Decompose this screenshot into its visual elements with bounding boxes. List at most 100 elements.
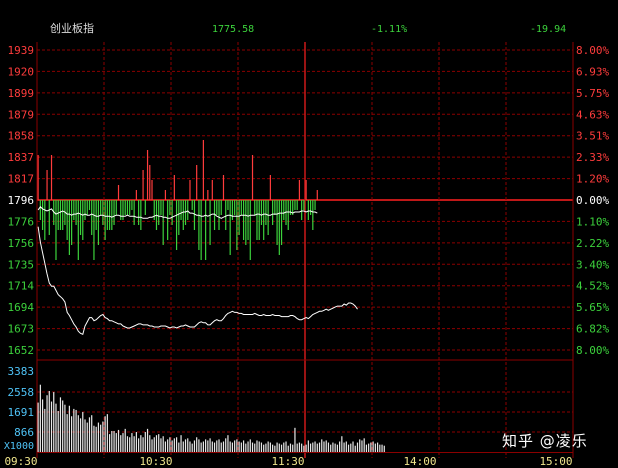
breadth-bar bbox=[242, 200, 245, 240]
volume-bar bbox=[225, 438, 227, 452]
percent-tick-label: 2.22% bbox=[576, 237, 609, 250]
breadth-bar bbox=[303, 200, 305, 210]
volume-bar bbox=[68, 405, 70, 452]
volume-bar bbox=[55, 403, 57, 452]
breadth-bar bbox=[104, 200, 106, 240]
percent-tick-label: 6.82% bbox=[576, 323, 609, 336]
price-tick-label: 1756 bbox=[8, 237, 35, 250]
breadth-bar bbox=[263, 200, 265, 240]
breadth-bar bbox=[71, 200, 73, 245]
breadth-bar bbox=[111, 200, 113, 230]
volume-bar bbox=[144, 432, 146, 452]
volume-bar bbox=[316, 443, 318, 452]
breadth-bar bbox=[196, 165, 198, 200]
volume-bar bbox=[108, 434, 111, 452]
volume-bar bbox=[234, 440, 236, 452]
volume-bar bbox=[372, 441, 374, 452]
volume-bar bbox=[350, 443, 352, 452]
breadth-bar bbox=[216, 200, 218, 215]
volume-bar bbox=[222, 441, 225, 452]
volume-bar bbox=[129, 437, 131, 452]
volume-bar bbox=[265, 443, 267, 452]
volume-bar bbox=[298, 442, 301, 452]
breadth-bar bbox=[229, 200, 231, 255]
volume-bar bbox=[77, 415, 79, 452]
breadth-bar bbox=[198, 200, 200, 250]
price-tick-label: 1776 bbox=[8, 215, 35, 228]
volume-bar bbox=[66, 414, 68, 452]
breadth-bar bbox=[129, 200, 131, 215]
volume-bar bbox=[200, 442, 202, 452]
breadth-bar bbox=[91, 200, 93, 235]
breadth-bar bbox=[254, 200, 256, 215]
volume-bar bbox=[48, 391, 50, 452]
breadth-bar bbox=[160, 200, 162, 215]
volume-bar bbox=[209, 438, 211, 452]
price-tick-label: 1714 bbox=[8, 280, 35, 293]
volume-bar bbox=[180, 435, 182, 452]
volume-bar bbox=[343, 442, 345, 452]
breadth-bar bbox=[84, 200, 86, 220]
breadth-bar bbox=[108, 200, 111, 230]
breadth-bar bbox=[276, 200, 278, 245]
volume-bar bbox=[347, 444, 350, 452]
volume-bar bbox=[131, 433, 133, 452]
volume-bar bbox=[175, 437, 178, 452]
breadth-bar bbox=[102, 200, 104, 225]
index-name: 创业板指 bbox=[50, 22, 94, 35]
breadth-bar bbox=[124, 200, 126, 215]
volume-bar bbox=[256, 440, 258, 452]
volume-bar bbox=[278, 443, 280, 452]
percent-tick-label: 5.75% bbox=[576, 87, 609, 100]
index-price: 1775.58 bbox=[212, 24, 255, 35]
breadth-bar bbox=[287, 200, 289, 230]
breadth-bar bbox=[231, 200, 234, 220]
volume-bar bbox=[146, 428, 149, 452]
volume-bar bbox=[269, 442, 271, 452]
volume-tick-label: 866 bbox=[14, 426, 34, 439]
breadth-bar bbox=[191, 200, 193, 210]
volume-bar bbox=[352, 441, 354, 452]
volume-bar bbox=[276, 442, 278, 452]
volume-bar bbox=[229, 441, 231, 452]
volume-bar bbox=[330, 444, 332, 452]
breadth-bar bbox=[142, 170, 144, 200]
volume-bar bbox=[167, 439, 169, 452]
percent-tick-label: 6.93% bbox=[576, 65, 609, 78]
volume-bar bbox=[126, 436, 129, 452]
volume-bar bbox=[227, 435, 229, 452]
volume-bar bbox=[289, 443, 292, 452]
breadth-bar bbox=[55, 200, 57, 260]
percent-tick-label: 3.51% bbox=[576, 130, 609, 143]
volume-bar bbox=[307, 440, 309, 452]
breadth-bar bbox=[312, 200, 314, 230]
breadth-bar bbox=[274, 200, 276, 215]
volume-bar bbox=[71, 416, 73, 452]
breadth-bar bbox=[269, 175, 271, 200]
volume-bar bbox=[245, 443, 247, 452]
volume-bar bbox=[332, 442, 334, 452]
breadth-bar bbox=[171, 200, 173, 225]
volume-bar bbox=[321, 439, 323, 452]
breadth-bar bbox=[37, 155, 39, 200]
volume-bar bbox=[39, 384, 41, 452]
volume-bar bbox=[325, 440, 327, 452]
volume-bar bbox=[309, 443, 312, 452]
volume-bar bbox=[64, 404, 66, 452]
volume-bar bbox=[354, 445, 356, 452]
breadth-bar bbox=[113, 200, 115, 225]
volume-bar bbox=[140, 435, 142, 452]
volume-bar bbox=[149, 435, 151, 452]
volume-bar bbox=[91, 415, 93, 452]
volume-bar bbox=[95, 426, 97, 452]
volume-bar bbox=[151, 439, 153, 452]
volume-bar bbox=[115, 433, 117, 452]
volume-bar bbox=[296, 443, 298, 452]
breadth-bar bbox=[205, 200, 207, 260]
breadth-bar bbox=[164, 190, 167, 200]
volume-bar bbox=[155, 435, 158, 452]
breadth-bar bbox=[133, 200, 135, 225]
volume-bar bbox=[133, 436, 135, 452]
volume-bar bbox=[370, 442, 372, 452]
breadth-bar bbox=[240, 200, 242, 215]
